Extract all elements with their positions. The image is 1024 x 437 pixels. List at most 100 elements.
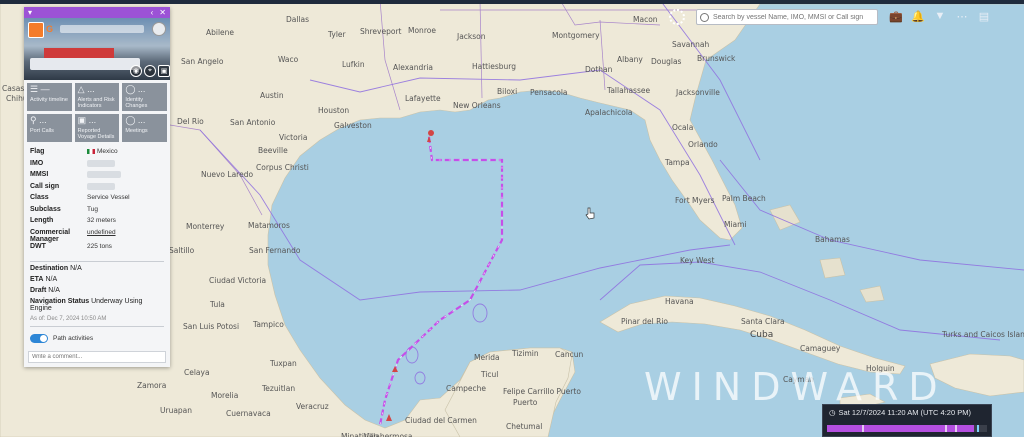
clipboard-icon[interactable]: ▤ bbox=[976, 8, 992, 24]
city-label: Tallahassee bbox=[607, 86, 651, 95]
vessel-search[interactable] bbox=[696, 9, 878, 25]
city-label: Dallas bbox=[286, 15, 310, 24]
search-input[interactable] bbox=[713, 13, 873, 21]
tile-label: Activity timeline bbox=[30, 97, 68, 103]
tile-activity-timeline[interactable]: ☰ — Activity timeline bbox=[27, 83, 72, 111]
collapse-icon[interactable]: ‹ bbox=[151, 8, 154, 17]
expand-icon[interactable]: ▣ bbox=[158, 65, 170, 77]
city-label: Tizimin bbox=[512, 349, 539, 358]
city-label: Waco bbox=[278, 55, 299, 64]
city-label: New Orleans bbox=[453, 101, 501, 110]
city-label: Matamoros bbox=[248, 221, 290, 230]
city-label: Tampa bbox=[665, 158, 690, 167]
voyage-icon: ▣ ... bbox=[77, 115, 97, 125]
filter-icon[interactable]: ▼ bbox=[932, 8, 948, 24]
tile-value: — bbox=[40, 84, 50, 94]
city-label: Casas bbox=[2, 84, 25, 93]
toggle-label: Path activities bbox=[53, 334, 94, 342]
voyage-eta: ETA N/A bbox=[30, 276, 164, 283]
tile-voyage-details[interactable]: ▣ ... Reported Voyage Details bbox=[74, 114, 120, 142]
prop-label: Navigation Status bbox=[30, 297, 90, 305]
tile-identity-changes[interactable]: ◯ ... Identity Changes bbox=[122, 83, 167, 111]
prop-label: Destination bbox=[30, 264, 69, 272]
city-label: Merida bbox=[474, 353, 500, 362]
city-label: Ciudad del Carmen bbox=[405, 416, 477, 425]
tile-meetings[interactable]: ◯ ... Meetings bbox=[122, 114, 167, 142]
city-label: Havana bbox=[665, 297, 694, 306]
as-of-timestamp: As of: Dec 7, 2024 10:50 AM bbox=[30, 315, 107, 322]
alert-icon: △ ... bbox=[77, 84, 95, 94]
tile-label: Reported Voyage Details bbox=[77, 128, 115, 140]
voyage-nav-status: Navigation Status Underway Using Engine bbox=[30, 298, 164, 312]
city-label: Jacksonville bbox=[676, 88, 720, 97]
prop-imo: IMO bbox=[30, 159, 164, 171]
city-label: Monroe bbox=[408, 26, 436, 35]
prop-value: N/A bbox=[45, 275, 58, 283]
tile-port-calls[interactable]: ⚲ ... Port Calls bbox=[27, 114, 72, 142]
pin-icon: ⚲ ... bbox=[30, 115, 47, 125]
prop-label: Draft bbox=[30, 286, 47, 294]
tile-alerts[interactable]: △ ... Alerts and Risk Indicators bbox=[74, 83, 120, 111]
city-label: Del Rio bbox=[177, 117, 204, 126]
city-label: Galveston bbox=[334, 121, 372, 130]
manager-link[interactable]: undefined bbox=[87, 229, 116, 236]
tile-label: Port Calls bbox=[30, 128, 54, 134]
city-label: Apalachicola bbox=[585, 108, 633, 117]
prop-value bbox=[87, 182, 115, 192]
prop-value: N/A bbox=[48, 286, 60, 294]
city-label: Beeville bbox=[258, 146, 288, 155]
tile-value: ... bbox=[39, 115, 47, 125]
city-label: San Angelo bbox=[181, 57, 224, 66]
city-label: Camaguey bbox=[800, 344, 841, 353]
panel-menu-icon[interactable]: ▾ bbox=[28, 8, 32, 17]
city-label: Macon bbox=[633, 15, 658, 24]
timeline-datetime[interactable]: ◷ Sat 12/7/2024 11:20 AM (UTC 4:20 PM) bbox=[829, 408, 971, 417]
prop-value: Tug bbox=[87, 205, 98, 213]
top-toolbar: 💼 🔔 ▼ ⋯ ▤ bbox=[888, 8, 992, 24]
timeline-handle[interactable] bbox=[977, 425, 979, 432]
timeline-marker bbox=[945, 425, 947, 432]
locate-icon[interactable]: ⌖ bbox=[144, 65, 156, 77]
timeline-track[interactable] bbox=[827, 425, 987, 432]
city-label: Biloxi bbox=[497, 87, 518, 96]
redacted-value bbox=[87, 159, 115, 167]
city-label: Douglas bbox=[651, 57, 682, 66]
zoom-icon[interactable]: ◉ bbox=[130, 65, 142, 77]
add-alert-icon[interactable]: 🔔 bbox=[910, 8, 926, 24]
comment-input[interactable] bbox=[28, 350, 166, 363]
close-icon[interactable]: ✕ bbox=[159, 8, 166, 17]
city-label: Chetumal bbox=[506, 422, 543, 431]
flag-value: Mexico bbox=[97, 148, 118, 155]
vessel-name-redacted bbox=[60, 25, 144, 33]
loading-spinner-icon bbox=[669, 9, 685, 25]
city-label: Shreveport bbox=[360, 27, 402, 36]
city-label: Miami bbox=[724, 220, 747, 229]
vessel-panel: ▾ ‹ ✕ G ◉ ⌖ ▣ ☰ — Activity timeline △ ..… bbox=[24, 7, 170, 367]
more-icon[interactable]: ⋯ bbox=[954, 8, 970, 24]
city-label: Monterrey bbox=[186, 222, 225, 231]
prop-value: Mexico bbox=[87, 148, 118, 155]
city-label: Albany bbox=[617, 55, 643, 64]
city-label: Saltillo bbox=[169, 246, 195, 255]
vessel-properties: Flag Mexico IMO MMSI Call sign Class Servi… bbox=[24, 145, 170, 258]
city-label: Corpus Christi bbox=[256, 163, 309, 172]
prop-dwt: DWT 225 tons bbox=[30, 243, 164, 254]
divider bbox=[30, 260, 164, 262]
city-label: Campeche bbox=[446, 384, 487, 393]
timeline-marker bbox=[955, 425, 957, 432]
prop-class: Class Service Vessel bbox=[30, 194, 164, 205]
city-label: Orlando bbox=[688, 140, 718, 149]
timeline-progress bbox=[827, 425, 975, 432]
city-label: Brunswick bbox=[697, 54, 736, 63]
city-label: Bahamas bbox=[815, 235, 850, 244]
prop-label: IMO bbox=[30, 159, 44, 167]
prop-value bbox=[87, 159, 115, 169]
city-label: Fort Myers bbox=[675, 196, 715, 205]
path-activities-toggle-row: Path activities bbox=[24, 330, 170, 347]
panel-header: ▾ ‹ ✕ bbox=[24, 7, 170, 18]
city-label: Key West bbox=[680, 256, 715, 265]
path-activities-toggle[interactable] bbox=[30, 333, 48, 343]
briefcase-icon[interactable]: 💼 bbox=[888, 8, 904, 24]
city-label: Jackson bbox=[457, 32, 486, 41]
city-label: Savannah bbox=[672, 40, 710, 49]
